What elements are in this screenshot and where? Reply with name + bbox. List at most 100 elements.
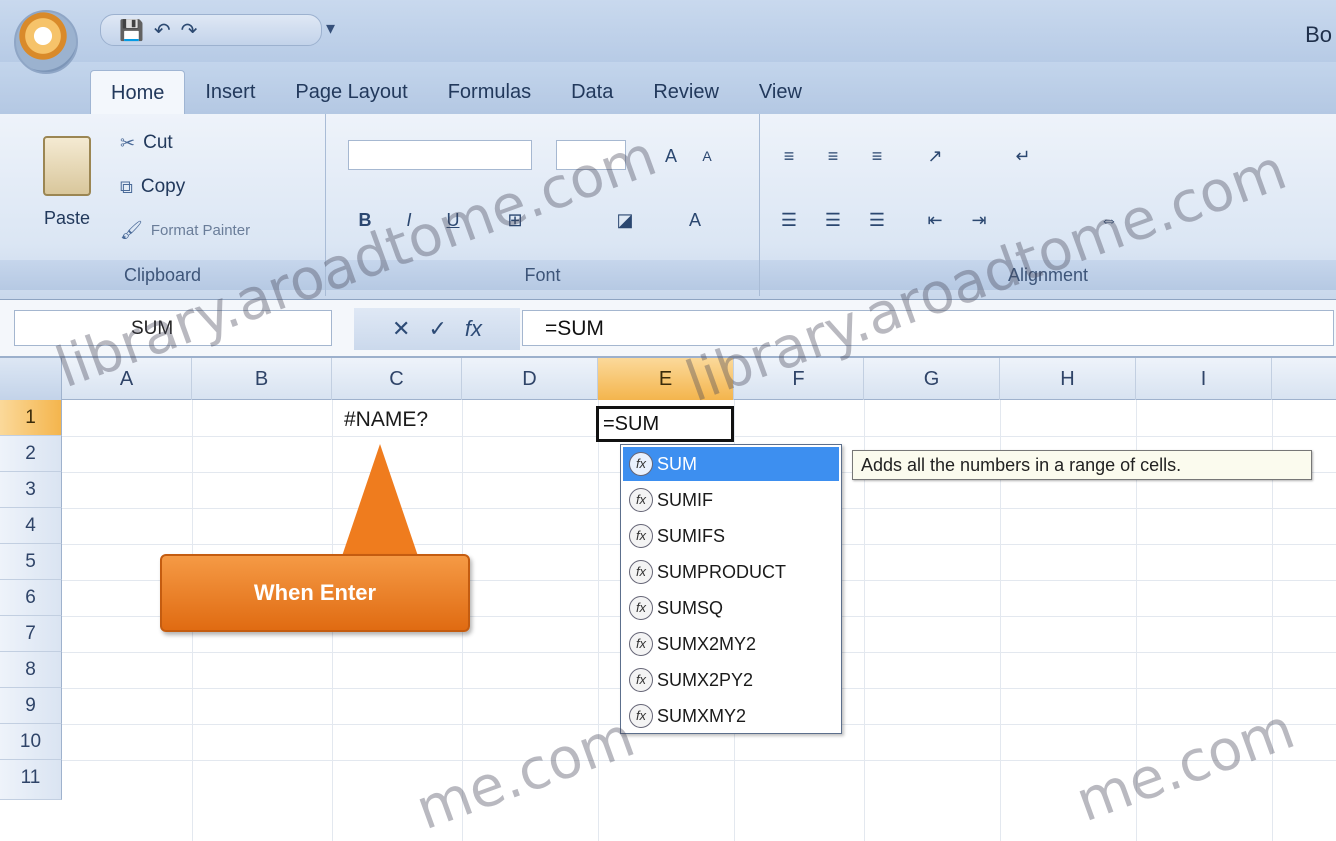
row-header-6[interactable]: 6	[0, 580, 62, 616]
merge-center-icon[interactable]: ⇔	[1090, 206, 1128, 234]
autocomplete-item-label: SUMIF	[657, 490, 713, 510]
row-header-1[interactable]: 1	[0, 400, 62, 436]
autocomplete-item[interactable]: fx SUM	[623, 447, 839, 481]
column-header-d[interactable]: D	[462, 358, 598, 400]
grid-line	[598, 400, 599, 841]
format-painter-label: Format Painter	[150, 222, 251, 239]
column-header-a[interactable]: A	[62, 358, 192, 400]
function-tooltip: Adds all the numbers in a range of cells…	[852, 450, 1312, 480]
underline-button[interactable]: U	[438, 206, 468, 234]
autocomplete-item[interactable]: fx SUMIFS	[623, 519, 839, 553]
paste-label: Paste	[43, 208, 91, 228]
tab-review[interactable]: Review	[633, 70, 739, 114]
tab-view[interactable]: View	[739, 70, 822, 114]
quick-access-toolbar: 💾 ↶ ↷	[100, 14, 322, 46]
cancel-icon[interactable]: ✕	[392, 316, 410, 342]
autocomplete-item-label: SUMIFS	[657, 526, 726, 546]
undo-icon[interactable]: ↶	[154, 18, 171, 43]
autocomplete-item[interactable]: fx SUMPRODUCT	[623, 555, 839, 589]
row-header-8[interactable]: 8	[0, 652, 62, 688]
name-box[interactable]: SUM	[14, 310, 332, 346]
row-header-5[interactable]: 5	[0, 544, 62, 580]
insert-function-icon[interactable]: fx	[465, 316, 482, 342]
autocomplete-item[interactable]: fx SUMXMY2	[623, 699, 839, 733]
formula-input[interactable]: =SUM	[522, 310, 1334, 346]
autocomplete-item[interactable]: fx SUMSQ	[623, 591, 839, 625]
alignment-group-label: Alignment	[760, 260, 1336, 290]
italic-button[interactable]: I	[394, 206, 424, 234]
tab-home[interactable]: Home	[90, 70, 186, 114]
autocomplete-item[interactable]: fx SUMX2MY2	[623, 627, 839, 661]
worksheet-grid[interactable]: A B C D E F G H I 1 2 3 4 5 6 7 8 9 10 1…	[0, 358, 1336, 841]
font-size-dropdown[interactable]	[556, 140, 626, 170]
active-cell-e1[interactable]: =SUM	[596, 406, 734, 442]
enter-icon[interactable]: ✓	[428, 316, 446, 342]
tab-insert[interactable]: Insert	[185, 70, 275, 114]
shrink-font-icon[interactable]: A	[692, 142, 722, 170]
autocomplete-item[interactable]: fx SUMX2PY2	[623, 663, 839, 697]
align-left-icon[interactable]: ☰	[774, 206, 804, 234]
decrease-indent-icon[interactable]: ⇤	[920, 206, 950, 234]
grid-line	[62, 760, 1336, 761]
function-icon: fx	[629, 632, 653, 656]
grow-font-icon[interactable]: A	[656, 142, 686, 170]
copy-button[interactable]: ⧉ Copy	[120, 176, 185, 198]
clipboard-icon	[43, 136, 91, 196]
callout-box: When Enter	[160, 554, 470, 632]
borders-icon[interactable]: ⊞	[496, 206, 534, 234]
increase-indent-icon[interactable]: ⇥	[964, 206, 994, 234]
tab-formulas[interactable]: Formulas	[428, 70, 551, 114]
fill-color-icon[interactable]: ◪	[606, 206, 644, 234]
align-middle-icon[interactable]: ≡	[818, 142, 848, 170]
select-all-button[interactable]	[0, 358, 62, 400]
wrap-text-icon[interactable]: ↵	[1008, 142, 1038, 170]
autocomplete-item-label: SUMX2PY2	[657, 670, 754, 690]
autocomplete-item-label: SUMX2MY2	[657, 634, 757, 654]
column-header-f[interactable]: F	[734, 358, 864, 400]
row-header-2[interactable]: 2	[0, 436, 62, 472]
formula-bar: SUM ✕ ✓ fx =SUM	[0, 300, 1336, 358]
autocomplete-item[interactable]: fx SUMIF	[623, 483, 839, 517]
row-header-4[interactable]: 4	[0, 508, 62, 544]
column-header-c[interactable]: C	[332, 358, 462, 400]
office-button[interactable]	[14, 10, 78, 74]
row-header-7[interactable]: 7	[0, 616, 62, 652]
autocomplete-item-label: SUMSQ	[657, 598, 724, 618]
font-color-icon[interactable]: A	[676, 206, 714, 234]
customize-toolbar-icon[interactable]: ▾	[326, 18, 335, 39]
row-header-11[interactable]: 11	[0, 760, 62, 800]
column-header-i[interactable]: I	[1136, 358, 1272, 400]
save-icon[interactable]: 💾	[119, 18, 144, 43]
font-name-dropdown[interactable]	[348, 140, 532, 170]
title-bar: 💾 ↶ ↷ ▾ Bo	[0, 0, 1336, 62]
column-header-b[interactable]: B	[192, 358, 332, 400]
row-header-10[interactable]: 10	[0, 724, 62, 760]
align-bottom-icon[interactable]: ≡	[862, 142, 892, 170]
bold-button[interactable]: B	[350, 206, 380, 234]
row-header-9[interactable]: 9	[0, 688, 62, 724]
redo-icon[interactable]: ↷	[181, 18, 198, 43]
align-right-icon[interactable]: ☰	[862, 206, 892, 234]
font-group-label: Font	[326, 260, 759, 290]
function-autocomplete-list[interactable]: fx SUM fx SUMIF fx SUMIFS fx SUMPRODUCT fx SU…	[620, 444, 842, 734]
format-painter-button[interactable]: 🖌 Format Painter	[120, 220, 250, 241]
alignment-group: ≡ ≡ ≡ ↗ ↵ ☰ ☰ ☰ ⇤ ⇥ ⇔ Alignment	[760, 114, 1336, 296]
clipboard-group-label: Clipboard	[0, 260, 325, 290]
column-header-h[interactable]: H	[1000, 358, 1136, 400]
orientation-icon[interactable]: ↗	[920, 142, 950, 170]
cell-c1[interactable]: #NAME?	[344, 408, 428, 432]
row-header-3[interactable]: 3	[0, 472, 62, 508]
cut-label: Cut	[143, 132, 173, 153]
column-header-e[interactable]: E	[598, 358, 734, 400]
tab-page-layout[interactable]: Page Layout	[275, 70, 427, 114]
tab-data[interactable]: Data	[551, 70, 633, 114]
brush-icon: 🖌	[120, 220, 143, 240]
function-icon: fx	[629, 560, 653, 584]
align-top-icon[interactable]: ≡	[774, 142, 804, 170]
clipboard-group: Paste ✂ Cut ⧉ Copy 🖌 Format Painter Clip…	[0, 114, 326, 296]
scissors-icon: ✂	[120, 132, 136, 153]
align-center-icon[interactable]: ☰	[818, 206, 848, 234]
function-icon: fx	[629, 668, 653, 692]
cut-button[interactable]: ✂ Cut	[120, 132, 173, 154]
column-header-g[interactable]: G	[864, 358, 1000, 400]
